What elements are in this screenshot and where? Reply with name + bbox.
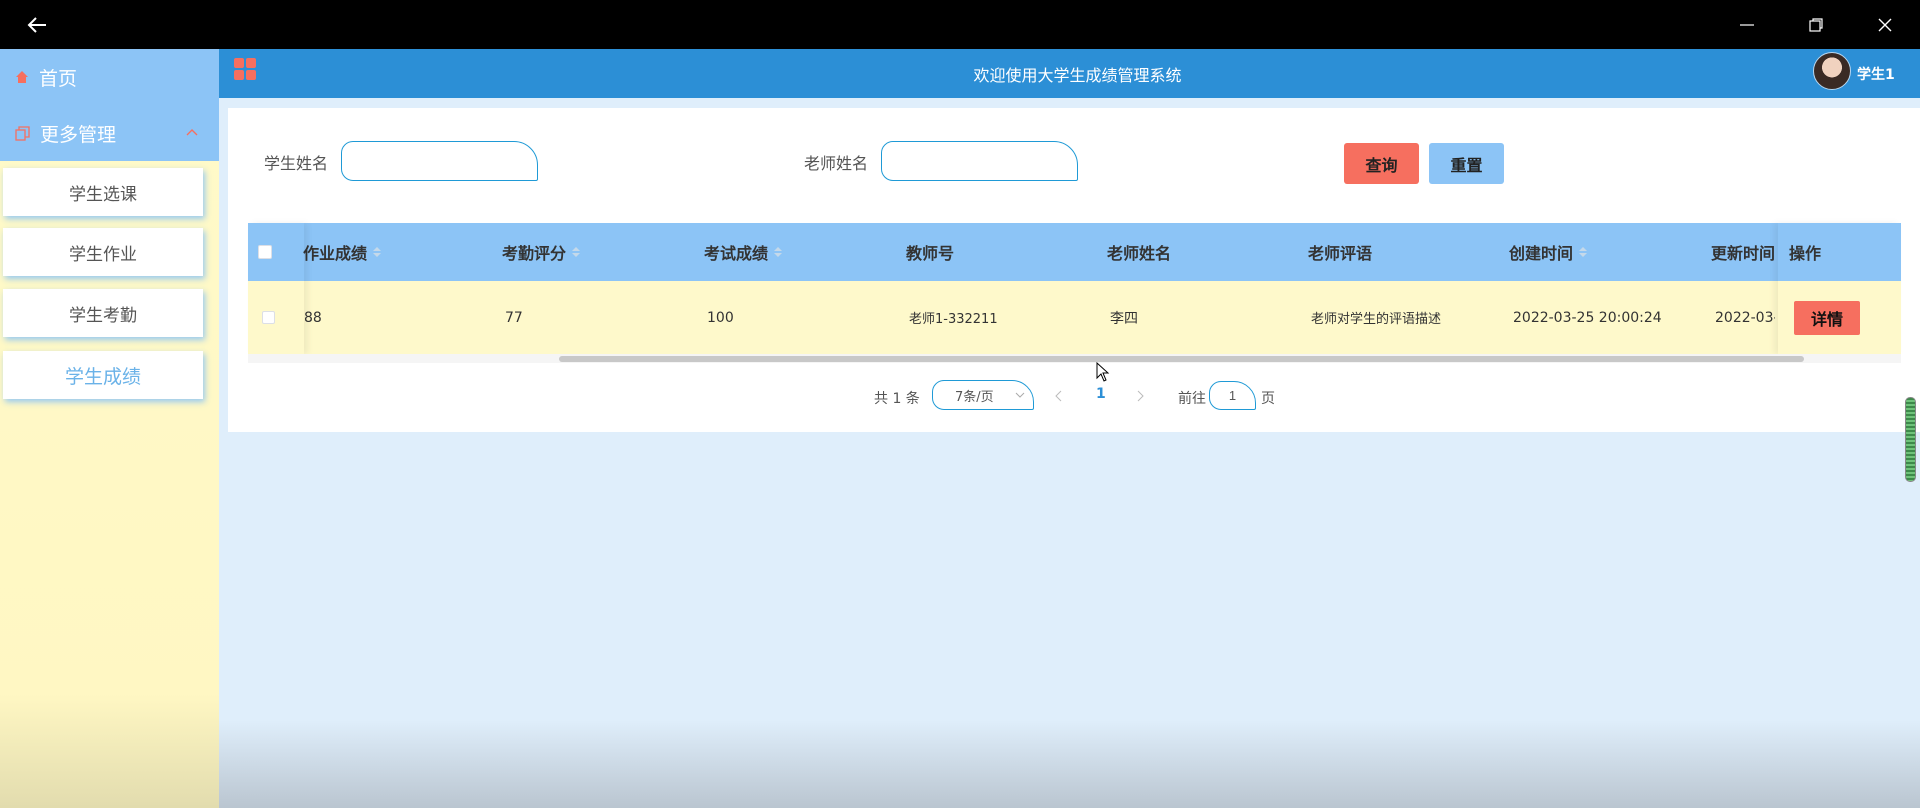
- sidebar-item-label: 学生选课: [69, 184, 137, 205]
- grades-table: 作业成绩 考勤评分 考试成绩 教师号 老师姓名 老师评语 创建时间 更新时间 8…: [248, 223, 1901, 363]
- column-label: 创建时间: [1509, 244, 1574, 263]
- bottom-shade: [219, 720, 1920, 808]
- cell-updated: 2022-03-2: [1715, 309, 1775, 326]
- page-size-value: 7条/页: [955, 389, 994, 405]
- sidebar-item-course-selection[interactable]: 学生选课: [3, 168, 203, 216]
- goto-suffix: 页: [1261, 391, 1275, 407]
- teacher-name-label: 老师姓名: [804, 154, 869, 173]
- top-header: 欢迎使用大学生成绩管理系统 学生1: [219, 49, 1920, 98]
- sidebar-item-label: 学生作业: [69, 244, 137, 265]
- table-row: 88 77 100 老师1-332211 李四 老师对学生的评语描述 2022-…: [248, 281, 1901, 354]
- table-header: 作业成绩 考勤评分 考试成绩 教师号 老师姓名 老师评语 创建时间 更新时间: [248, 223, 1901, 281]
- sort-icon[interactable]: [373, 247, 382, 257]
- detail-button[interactable]: 详情: [1794, 301, 1860, 335]
- mouse-cursor-icon: [1096, 361, 1110, 386]
- sidebar-item-grades[interactable]: 学生成绩: [3, 351, 203, 399]
- chevron-up-icon: [185, 123, 199, 145]
- minimize-button[interactable]: [1722, 0, 1771, 49]
- column-label: 作业成绩: [303, 244, 368, 263]
- chevron-left-icon: [1055, 390, 1062, 402]
- column-label: 考勤评分: [502, 244, 567, 263]
- page-title: 欢迎使用大学生成绩管理系统: [973, 65, 1182, 85]
- column-label: 操作: [1789, 244, 1822, 263]
- column-header-attendance[interactable]: 考勤评分: [502, 223, 581, 281]
- column-header-teacher-no: 教师号: [906, 223, 954, 281]
- sidebar-item-label: 学生成绩: [64, 365, 141, 388]
- next-page-button[interactable]: [1135, 387, 1145, 406]
- page-number[interactable]: 1: [1096, 386, 1106, 402]
- sidebar-item-attendance[interactable]: 学生考勤: [3, 289, 203, 337]
- close-icon: [1878, 18, 1891, 31]
- pagination-total: 共 1 条: [874, 391, 920, 407]
- avatar[interactable]: [1813, 52, 1851, 90]
- sidebar-item-more-management[interactable]: 更多管理: [0, 105, 219, 161]
- cell-created: 2022-03-25 20:00:24: [1513, 309, 1662, 326]
- column-header-homework[interactable]: 作业成绩: [303, 223, 382, 281]
- student-name-label: 学生姓名: [264, 154, 329, 173]
- cell-teacher-name: 李四: [1110, 310, 1138, 327]
- fixed-left-column: [248, 223, 304, 354]
- column-header-updated[interactable]: 更新时间: [1711, 223, 1775, 281]
- username-label[interactable]: 学生1: [1857, 49, 1895, 98]
- prev-page-button[interactable]: [1054, 387, 1064, 406]
- horizontal-scrollbar[interactable]: [248, 354, 1901, 363]
- cell-exam: 100: [707, 309, 734, 326]
- column-header-exam[interactable]: 考试成绩: [704, 223, 783, 281]
- cell-teacher-no: 老师1-332211: [909, 312, 998, 327]
- column-header-created[interactable]: 创建时间: [1509, 223, 1588, 281]
- teacher-name-input[interactable]: [881, 141, 1078, 181]
- column-label: 考试成绩: [704, 244, 769, 263]
- sort-icon[interactable]: [1579, 247, 1588, 257]
- restore-icon: [1808, 17, 1823, 32]
- close-button[interactable]: [1860, 0, 1909, 49]
- chevron-down-icon: [1015, 389, 1025, 404]
- page-size-select[interactable]: 7条/页: [932, 380, 1034, 410]
- goto-page-input[interactable]: [1209, 381, 1256, 410]
- student-name-input[interactable]: [341, 141, 538, 181]
- home-icon: [15, 70, 29, 84]
- back-button[interactable]: [12, 0, 61, 49]
- sidebar-item-home[interactable]: 首页: [0, 49, 219, 105]
- restore-button[interactable]: [1791, 0, 1840, 49]
- arrow-left-icon: [27, 16, 46, 33]
- column-label: 老师姓名: [1107, 244, 1172, 263]
- sidebar: 首页 更多管理 学生选课 学生作业 学生考勤 学生成绩: [0, 49, 219, 808]
- vertical-scroll-indicator[interactable]: [1905, 397, 1916, 482]
- horizontal-scrollbar-thumb[interactable]: [559, 356, 1804, 362]
- column-header-comment: 老师评语: [1308, 223, 1372, 281]
- minimize-icon: [1739, 23, 1754, 26]
- chevron-right-icon: [1137, 390, 1144, 402]
- column-label: 老师评语: [1308, 244, 1373, 263]
- sidebar-item-label: 首页: [39, 67, 78, 90]
- sidebar-item-label: 学生考勤: [69, 305, 137, 326]
- cell-homework: 88: [304, 309, 322, 326]
- sort-icon[interactable]: [572, 247, 581, 257]
- reset-button[interactable]: 重置: [1429, 143, 1504, 184]
- copy-icon: [15, 125, 30, 141]
- query-button[interactable]: 查询: [1344, 143, 1419, 184]
- column-label: 教师号: [906, 244, 955, 263]
- column-header-teacher-name: 老师姓名: [1107, 223, 1171, 281]
- column-header-actions: 操作: [1789, 223, 1821, 281]
- main-panel: 学生姓名 老师姓名 查询 重置 作业成绩 考勤评分 考试成绩 教师号 老师姓名 …: [228, 108, 1920, 432]
- sort-icon[interactable]: [774, 247, 783, 257]
- goto-label: 前往: [1178, 391, 1206, 407]
- sidebar-item-homework[interactable]: 学生作业: [3, 228, 203, 276]
- column-label: 更新时间: [1711, 244, 1776, 263]
- sidebar-item-label: 更多管理: [40, 123, 117, 146]
- cell-comment: 老师对学生的评语描述: [1311, 312, 1442, 327]
- window-titlebar: [0, 0, 1920, 49]
- cell-attendance: 77: [505, 309, 523, 326]
